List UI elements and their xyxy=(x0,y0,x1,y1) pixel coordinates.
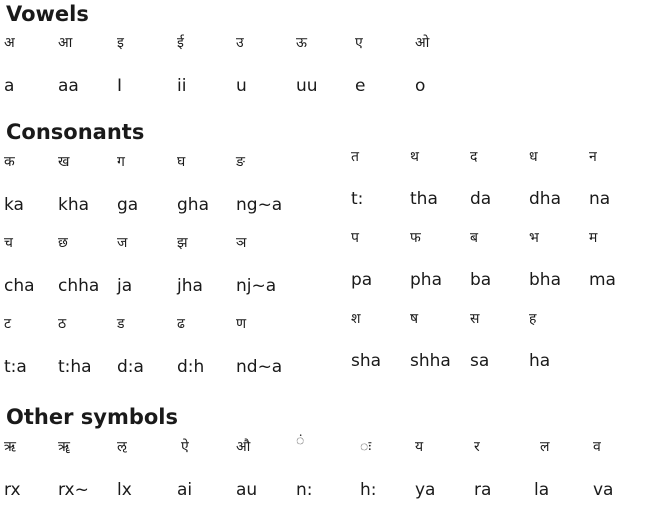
symbol-dev: य xyxy=(415,439,424,455)
consonant-latin: chha xyxy=(58,276,100,296)
symbol-dev: ं xyxy=(296,433,305,449)
vowel-latin: uu xyxy=(296,76,318,96)
consonant-dev: ट xyxy=(4,316,12,332)
consonant-latin: kha xyxy=(58,195,90,215)
symbol-dev: ऐ xyxy=(181,439,189,455)
vowel-dev: ई xyxy=(177,35,184,51)
vowel-dev: उ xyxy=(236,35,244,51)
consonant-latin: na xyxy=(589,189,611,209)
consonant-dev: ज xyxy=(117,235,128,251)
consonant-dev: ड xyxy=(117,316,125,332)
vowel-latin: o xyxy=(415,76,426,96)
consonant-latin: cha xyxy=(4,276,35,296)
symbol-dev: र xyxy=(474,439,480,455)
consonant-dev: श xyxy=(351,311,361,327)
consonants-heading: Consonants xyxy=(6,120,145,144)
consonant-dev: प xyxy=(351,230,359,246)
consonant-latin: pa xyxy=(351,270,373,290)
symbol-latin: la xyxy=(534,480,550,500)
symbol-dev: ॠ xyxy=(58,439,70,455)
symbol-latin: ya xyxy=(415,480,436,500)
consonant-dev: क xyxy=(4,154,15,170)
symbol-latin: rx~ xyxy=(58,480,89,500)
vowel-dev: अ xyxy=(4,35,15,51)
consonant-latin: ma xyxy=(589,270,616,290)
consonant-dev: ह xyxy=(529,311,537,327)
consonant-dev: छ xyxy=(58,235,68,251)
vowel-dev: ऊ xyxy=(296,35,307,51)
consonant-latin: ga xyxy=(117,195,139,215)
consonant-dev: घ xyxy=(177,154,186,170)
symbol-dev: ल xyxy=(540,439,550,455)
consonant-latin: jha xyxy=(177,276,203,296)
vowel-dev: ए xyxy=(355,35,363,51)
consonant-latin: ha xyxy=(529,351,551,371)
symbol-dev: व xyxy=(593,439,601,455)
symbol-latin: ai xyxy=(177,480,193,500)
vowel-dev: इ xyxy=(117,35,124,51)
consonant-latin: sha xyxy=(351,351,382,371)
consonant-dev: ठ xyxy=(58,316,67,332)
consonant-dev: भ xyxy=(529,230,539,246)
consonant-dev: द xyxy=(470,149,478,165)
symbol-latin: va xyxy=(593,480,614,500)
other-symbols-heading: Other symbols xyxy=(6,405,178,429)
consonant-dev: त xyxy=(351,149,359,165)
consonant-latin: pha xyxy=(410,270,442,290)
consonant-latin: bha xyxy=(529,270,561,290)
consonant-dev: ब xyxy=(470,230,478,246)
consonant-dev: थ xyxy=(410,149,419,165)
consonant-dev: ञ xyxy=(236,235,247,251)
symbol-dev: ः xyxy=(360,439,372,455)
consonant-dev: ग xyxy=(117,154,125,170)
vowel-dev: आ xyxy=(58,35,73,51)
consonant-latin: ba xyxy=(470,270,492,290)
symbol-latin: n: xyxy=(296,480,313,500)
consonant-latin: gha xyxy=(177,195,209,215)
consonant-latin: da xyxy=(470,189,492,209)
consonant-latin: ja xyxy=(117,276,133,296)
consonant-dev: ध xyxy=(529,149,538,165)
consonant-latin: d:h xyxy=(177,357,205,377)
symbol-dev: ऋ xyxy=(4,439,16,455)
consonant-latin: nj~a xyxy=(236,276,277,296)
consonant-latin: t:a xyxy=(4,357,27,377)
vowel-latin: e xyxy=(355,76,366,96)
symbol-latin: ra xyxy=(474,480,492,500)
consonant-latin: d:a xyxy=(117,357,144,377)
consonant-dev: च xyxy=(4,235,13,251)
consonant-latin: t: xyxy=(351,189,364,209)
consonant-dev: ण xyxy=(236,316,247,332)
consonant-latin: t:ha xyxy=(58,357,92,377)
consonant-dev: ख xyxy=(58,154,70,170)
consonant-latin: nd~a xyxy=(236,357,283,377)
consonant-dev: ष xyxy=(410,311,419,327)
vowel-latin: ii xyxy=(177,76,187,96)
symbol-latin: lx xyxy=(117,480,132,500)
consonant-dev: झ xyxy=(177,235,188,251)
symbol-dev: औ xyxy=(236,439,251,455)
consonant-dev: फ xyxy=(410,230,421,246)
consonant-latin: tha xyxy=(410,189,438,209)
vowel-dev: ओ xyxy=(415,35,430,51)
consonant-dev: स xyxy=(470,311,480,327)
consonant-dev: ङ xyxy=(236,154,245,170)
vowel-latin: aa xyxy=(58,76,79,96)
consonant-latin: dha xyxy=(529,189,561,209)
consonant-latin: sa xyxy=(470,351,490,371)
consonant-dev: न xyxy=(589,149,597,165)
consonant-dev: ढ xyxy=(177,316,185,332)
consonant-latin: shha xyxy=(410,351,451,371)
symbol-latin: h: xyxy=(360,480,377,500)
symbol-latin: rx xyxy=(4,480,21,500)
vowel-latin: I xyxy=(117,76,123,96)
vowel-latin: u xyxy=(236,76,247,96)
consonant-latin: ka xyxy=(4,195,24,215)
consonant-dev: म xyxy=(589,230,598,246)
vowel-latin: a xyxy=(4,76,15,96)
symbol-dev: ऌ xyxy=(117,439,127,455)
consonant-latin: ng~a xyxy=(236,195,283,215)
vowels-heading: Vowels xyxy=(6,2,89,26)
symbol-latin: au xyxy=(236,480,258,500)
